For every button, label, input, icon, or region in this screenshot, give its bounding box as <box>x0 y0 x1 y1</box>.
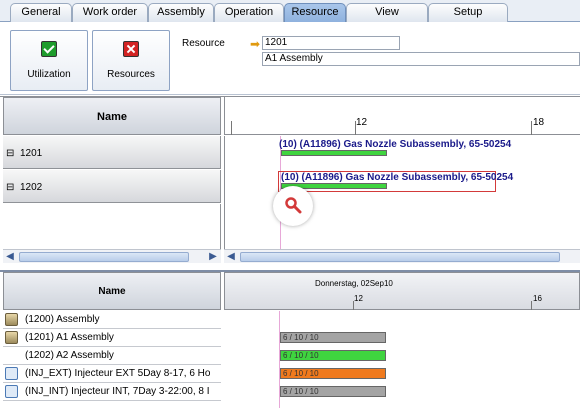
utilization-button[interactable]: Utilization <box>10 30 88 91</box>
resource-row[interactable]: ⊟ 1201 <box>3 136 221 169</box>
utilization-bar-label: 6 / 10 / 10 <box>283 387 319 396</box>
name-column-scrollbar[interactable]: ◀ ▶ <box>3 249 221 263</box>
gantt-scrollbar[interactable]: ◀ <box>224 249 580 263</box>
tab-work-order[interactable]: Work order <box>72 3 148 22</box>
tab-operation[interactable]: Operation <box>214 3 284 22</box>
list-item-label: (INJ_INT) Injecteur INT, 7Day 3-22:00, 8… <box>25 386 210 397</box>
tab-assembly[interactable]: Assembly <box>148 3 214 22</box>
scrollbar-thumb[interactable] <box>240 252 560 262</box>
tab-general[interactable]: General <box>10 3 72 22</box>
time-tick-label: 12 <box>356 117 368 128</box>
task-label: (10) (A11896) Gas Nozzle Subassembly, 65… <box>279 139 512 150</box>
assembly-icon <box>5 331 18 344</box>
scroll-right-icon[interactable]: ▶ <box>207 251 219 263</box>
list-item-label: (1202) A2 Assembly <box>25 350 114 361</box>
collapse-icon[interactable]: ⊟ <box>6 148 14 159</box>
magnifier-icon <box>285 197 302 214</box>
list-item-label: (1200) Assembly <box>25 314 100 325</box>
resource-gantt-panel: Name ⊟ 1201 ⊟ 1202 12 18 (10) (A11896) G… <box>0 96 580 266</box>
timeline-tick <box>355 121 356 135</box>
list-item[interactable]: (1202) A2 Assembly <box>3 347 221 365</box>
check-icon <box>41 41 57 57</box>
toolbar: Utilization Resources Resource ➡ 1201 A1… <box>0 22 580 95</box>
tab-bar: General Work order Assembly Operation Re… <box>0 0 580 22</box>
time-tick-label: 16 <box>533 294 542 303</box>
resource-row[interactable]: ⊟ 1202 <box>3 170 221 203</box>
timeline-header: Donnerstag, 02Sep10 12 16 <box>224 272 580 310</box>
utilization-label: Utilization <box>27 69 71 80</box>
timeline-tick <box>353 301 354 310</box>
resource-row-label: 1201 <box>20 148 43 159</box>
scroll-left-icon[interactable]: ◀ <box>225 251 237 263</box>
resource-icon <box>5 367 18 380</box>
name-column-header[interactable]: Name <box>3 272 221 310</box>
close-icon <box>123 41 139 57</box>
time-tick-label: 12 <box>354 294 363 303</box>
date-label: Donnerstag, 02Sep10 <box>315 279 393 288</box>
resource-input[interactable]: 1201 <box>262 36 400 50</box>
collapse-icon[interactable]: ⊟ <box>6 182 14 193</box>
list-item[interactable]: (INJ_EXT) Injecteur EXT 5Day 8-17, 6 Ho <box>3 365 221 383</box>
list-item-label: (INJ_EXT) Injecteur EXT 5Day 8-17, 6 Ho <box>25 368 211 379</box>
empty-rows-area <box>3 204 221 249</box>
tab-view[interactable]: View <box>346 3 428 22</box>
resource-label: Resource <box>182 38 225 49</box>
scroll-left-icon[interactable]: ◀ <box>4 251 16 263</box>
timeline-header: 12 18 <box>224 97 580 135</box>
utilization-panel: Name Donnerstag, 02Sep10 12 16 (1200) As… <box>0 270 580 408</box>
resource-icon <box>5 385 18 398</box>
tab-resource[interactable]: Resource <box>284 3 346 22</box>
task-bar[interactable] <box>281 150 387 156</box>
utilization-bar[interactable]: 6 / 10 / 10 <box>280 332 386 343</box>
utilization-bar-label: 6 / 10 / 10 <box>283 351 319 360</box>
list-item[interactable]: (1200) Assembly <box>3 311 221 329</box>
time-tick-label: 18 <box>533 117 545 128</box>
utilization-bar[interactable]: 6 / 10 / 10 <box>280 386 386 397</box>
timeline-tick <box>531 301 532 310</box>
list-item-label: (1201) A1 Assembly <box>25 332 114 343</box>
resources-button[interactable]: Resources <box>92 30 170 91</box>
utilization-bar[interactable]: 6 / 10 / 10 <box>280 350 386 361</box>
arrow-right-icon: ➡ <box>250 37 261 51</box>
resource-row-label: 1202 <box>20 182 43 193</box>
list-item[interactable]: (INJ_INT) Injecteur INT, 7Day 3-22:00, 8… <box>3 383 221 401</box>
assembly-icon <box>5 313 18 326</box>
zoom-button[interactable] <box>273 186 313 226</box>
utilization-bar-label: 6 / 10 / 10 <box>283 333 319 342</box>
scrollbar-thumb[interactable] <box>19 252 189 262</box>
resources-label: Resources <box>107 69 155 80</box>
utilization-bar-label: 6 / 10 / 10 <box>283 369 319 378</box>
utilization-bar[interactable]: 6 / 10 / 10 <box>280 368 386 379</box>
timeline-tick <box>231 121 232 135</box>
timeline-tick <box>531 121 532 135</box>
task-label: (10) (A11896) Gas Nozzle Subassembly, 65… <box>281 172 514 183</box>
tab-setup[interactable]: Setup <box>428 3 508 22</box>
list-item[interactable]: (1201) A1 Assembly <box>3 329 221 347</box>
name-column-header[interactable]: Name <box>3 97 221 135</box>
gantt-body: (10) (A11896) Gas Nozzle Subassembly, 65… <box>224 136 580 249</box>
resource-description-field: A1 Assembly <box>262 52 580 66</box>
